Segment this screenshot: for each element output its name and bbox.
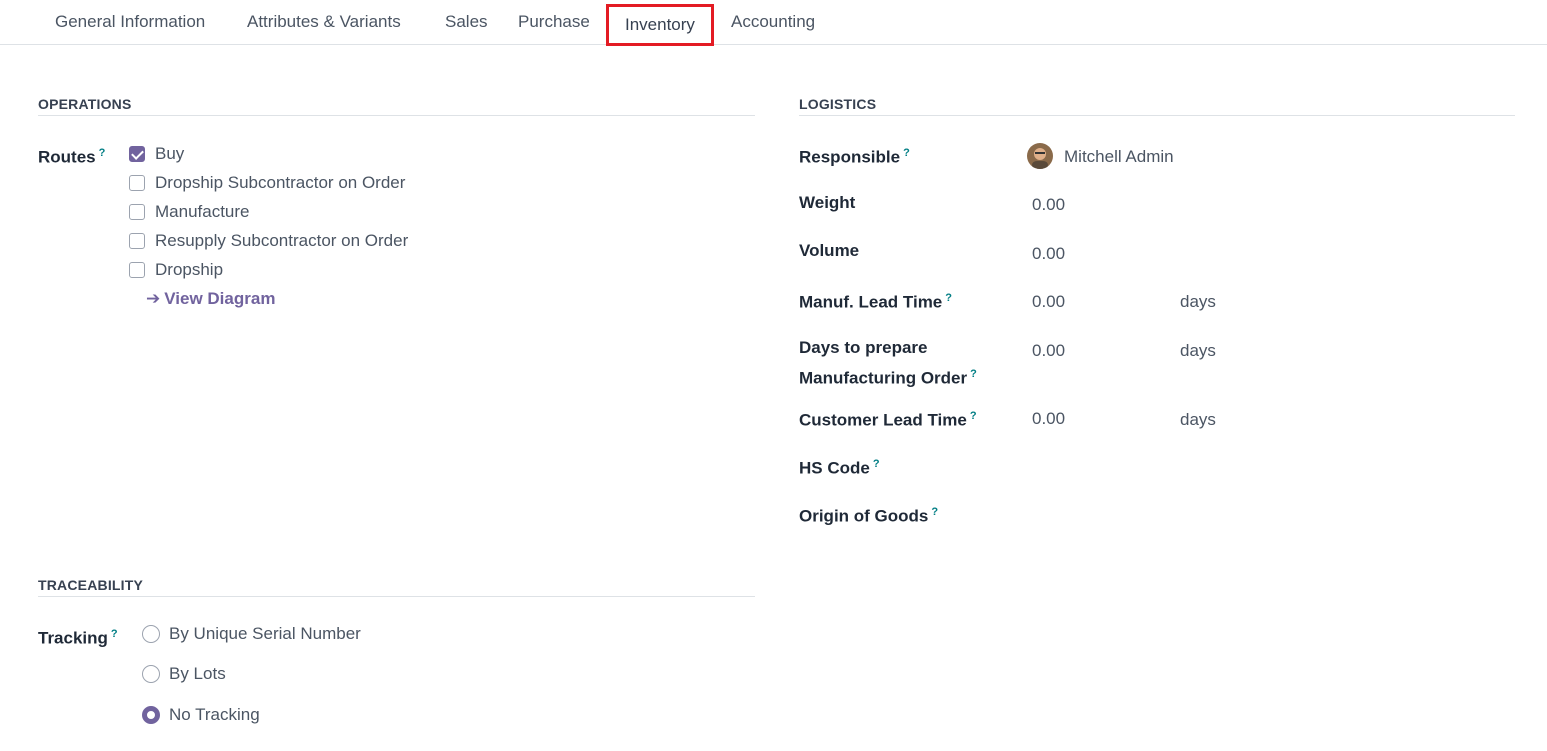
checkbox-checked-icon[interactable]	[129, 146, 145, 162]
manuf-lead-time-label: Manuf. Lead Time?	[799, 285, 952, 316]
arrow-right-icon: ➔	[146, 289, 161, 308]
radio-icon[interactable]	[142, 665, 160, 683]
route-label: Dropship	[155, 260, 224, 279]
weight-label: Weight	[799, 193, 856, 212]
traceability-section-title: TRACEABILITY	[38, 577, 144, 593]
operations-divider	[38, 115, 755, 116]
view-diagram-text: View Diagram	[164, 289, 276, 308]
help-icon[interactable]: ?	[970, 368, 977, 380]
tracking-label: Tracking?	[38, 621, 118, 652]
notebook-tabs: General Information Attributes & Variant…	[0, 0, 1547, 46]
routes-label-text: Routes	[38, 147, 96, 167]
tab-sales[interactable]: Sales	[445, 0, 488, 44]
checkbox-icon[interactable]	[129, 262, 145, 278]
help-icon[interactable]: ?	[111, 628, 118, 640]
route-label: Buy	[155, 144, 185, 163]
help-icon[interactable]: ?	[903, 147, 910, 159]
days-unit: days	[1180, 410, 1216, 429]
route-manufacture[interactable]: Manufacture	[129, 200, 250, 224]
tab-attributes-variants[interactable]: Attributes & Variants	[247, 0, 401, 44]
route-dropship-subcontractor[interactable]: Dropship Subcontractor on Order	[129, 171, 405, 195]
days-unit: days	[1180, 341, 1216, 360]
view-diagram-link[interactable]: ➔ View Diagram	[146, 289, 275, 309]
days-to-prepare-text: Days to prepare	[799, 338, 928, 357]
checkbox-icon[interactable]	[129, 175, 145, 191]
radio-icon[interactable]	[142, 625, 160, 643]
responsible-label: Responsible?	[799, 140, 910, 171]
traceability-divider	[38, 596, 755, 597]
radio-checked-icon[interactable]	[142, 706, 160, 724]
hs-code-label: HS Code?	[799, 451, 880, 482]
days-unit: days	[1180, 292, 1216, 311]
help-icon[interactable]: ?	[931, 506, 938, 518]
origin-of-goods-label: Origin of Goods?	[799, 499, 938, 530]
tab-inventory[interactable]: Inventory	[606, 4, 714, 46]
origin-of-goods-text: Origin of Goods	[799, 506, 929, 526]
logistics-section-title: LOGISTICS	[799, 96, 877, 112]
volume-label: Volume	[799, 241, 860, 260]
customer-lead-time-text: Customer Lead Time	[799, 410, 967, 430]
manuf-lead-time-input[interactable]: 0.00	[1032, 288, 1065, 315]
help-icon[interactable]: ?	[970, 410, 977, 422]
tracking-label-text: Tracking	[38, 628, 108, 648]
checkbox-icon[interactable]	[129, 233, 145, 249]
route-buy[interactable]: Buy	[129, 142, 184, 166]
help-icon[interactable]: ?	[945, 292, 952, 304]
route-label: Dropship Subcontractor on Order	[155, 173, 406, 192]
tracking-option-label: By Lots	[169, 664, 226, 683]
tab-accounting[interactable]: Accounting	[731, 0, 815, 44]
tracking-option-label: No Tracking	[169, 705, 260, 724]
checkbox-icon[interactable]	[129, 204, 145, 220]
tracking-none-option[interactable]: No Tracking	[142, 703, 260, 727]
tab-purchase[interactable]: Purchase	[518, 0, 590, 44]
help-icon[interactable]: ?	[873, 458, 880, 470]
responsible-value[interactable]: Mitchell Admin	[1064, 143, 1174, 170]
volume-input[interactable]: 0.00	[1032, 240, 1065, 267]
operations-section-title: OPERATIONS	[38, 96, 132, 112]
days-to-prepare-input[interactable]: 0.00	[1032, 337, 1065, 364]
tab-general-information[interactable]: General Information	[55, 0, 205, 44]
help-icon[interactable]: ?	[99, 147, 106, 159]
route-resupply-subcontractor[interactable]: Resupply Subcontractor on Order	[129, 229, 408, 253]
route-label: Manufacture	[155, 202, 250, 221]
route-label: Resupply Subcontractor on Order	[155, 231, 409, 250]
days-to-prepare-text-2: Manufacturing Order	[799, 368, 968, 388]
tracking-serial-option[interactable]: By Unique Serial Number	[142, 622, 361, 646]
manuf-lead-time-text: Manuf. Lead Time	[799, 292, 943, 312]
customer-lead-time-label: Customer Lead Time?	[799, 403, 977, 434]
routes-label: Routes?	[38, 140, 105, 171]
weight-input[interactable]: 0.00	[1032, 191, 1065, 218]
hs-code-text: HS Code	[799, 458, 870, 478]
route-dropship[interactable]: Dropship	[129, 258, 223, 282]
days-to-prepare-label: Days to prepare Manufacturing Order?	[799, 334, 977, 392]
logistics-divider	[799, 115, 1515, 116]
tracking-lots-option[interactable]: By Lots	[142, 662, 226, 686]
avatar	[1027, 143, 1053, 169]
tracking-option-label: By Unique Serial Number	[169, 624, 361, 643]
responsible-label-text: Responsible	[799, 147, 901, 167]
customer-lead-time-input[interactable]: 0.00	[1032, 405, 1065, 432]
